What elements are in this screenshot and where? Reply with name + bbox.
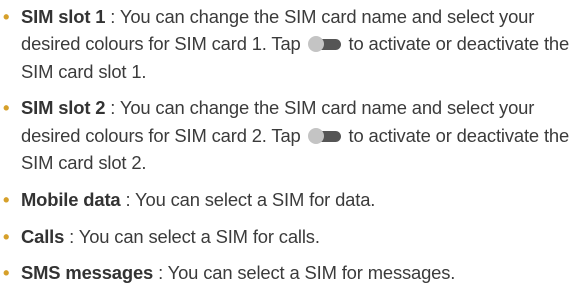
- switch-toggle-icon: [307, 36, 342, 53]
- item-term: Calls: [21, 225, 65, 247]
- item-description: : You can select a SIM for messages.: [153, 262, 456, 284]
- list-item-sim-slot-2: • SIM slot 2 : You can change the SIM ca…: [0, 94, 588, 176]
- item-description: : You can select a SIM for data.: [120, 188, 376, 210]
- item-term: SIM slot 1: [21, 6, 106, 27]
- list-item-mobile-data: • Mobile data : You can select a SIM for…: [0, 186, 588, 213]
- switch-toggle-icon: [307, 127, 342, 144]
- bullet-icon: •: [3, 6, 10, 27]
- list-item-calls: • Calls : You can select a SIM for calls…: [0, 223, 588, 250]
- item-term: Mobile data: [21, 188, 121, 210]
- bullet-icon: •: [3, 97, 10, 119]
- bullet-icon: •: [3, 188, 10, 210]
- bullet-icon: •: [3, 262, 10, 284]
- item-description: : You can select a SIM for calls.: [64, 225, 320, 247]
- item-term: SIM slot 2: [21, 97, 106, 119]
- feature-list: • SIM slot 1 : You can change the SIM ca…: [0, 3, 588, 287]
- bullet-icon: •: [3, 225, 10, 247]
- item-term: SMS messages: [21, 262, 154, 284]
- list-item-sms-messages: • SMS messages : You can select a SIM fo…: [0, 259, 588, 286]
- list-item-sim-slot-1: • SIM slot 1 : You can change the SIM ca…: [0, 3, 588, 85]
